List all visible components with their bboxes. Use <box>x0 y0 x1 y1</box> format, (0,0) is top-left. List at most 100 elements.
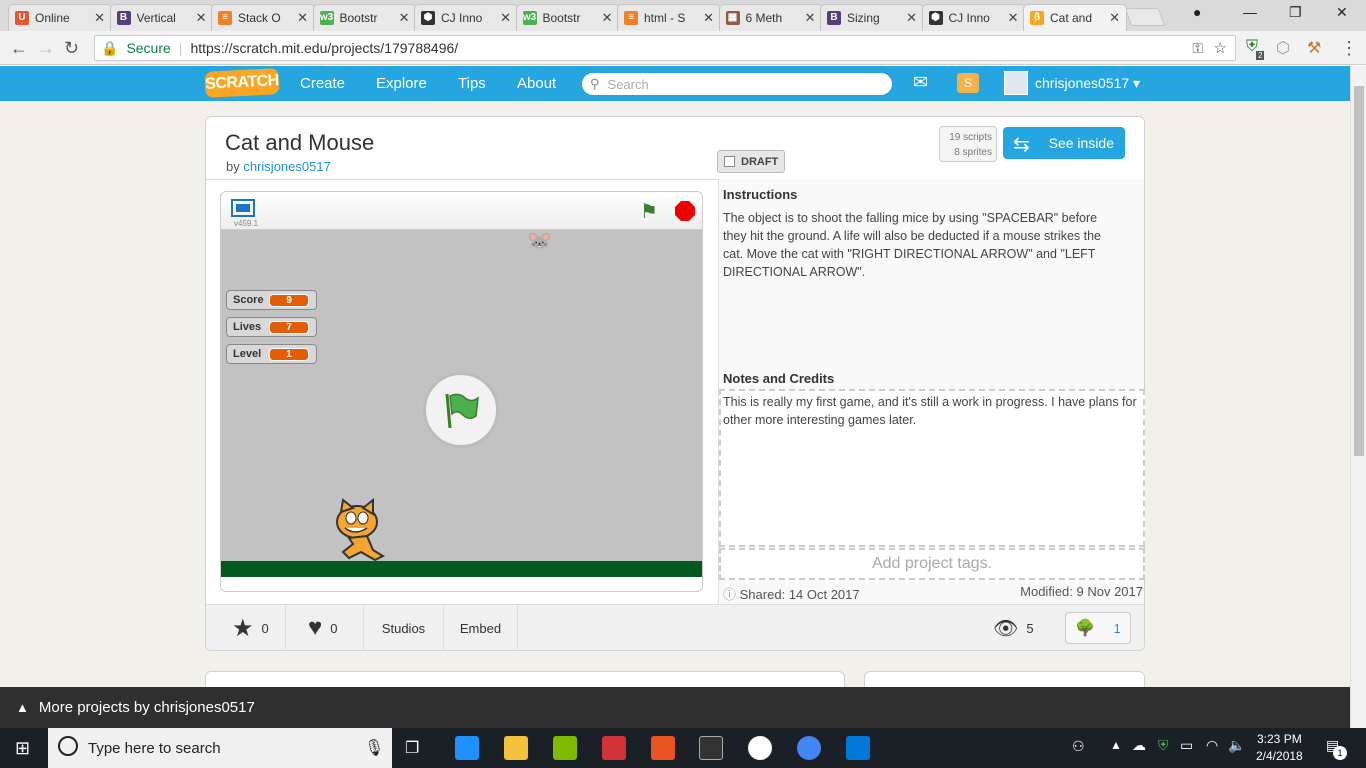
tab-close-icon[interactable]: ✕ <box>805 10 816 26</box>
microphone-icon[interactable]: 🎙 <box>364 738 384 758</box>
browser-tab[interactable]: ⬢ CJ Inno ✕ <box>414 4 518 31</box>
tab-close-icon[interactable]: ✕ <box>906 10 917 26</box>
my-stuff-icon[interactable]: S <box>957 73 979 93</box>
taskbar-clock[interactable]: 3:23 PM 2/4/2018 <box>1256 731 1303 765</box>
terminal-icon[interactable] <box>699 736 723 760</box>
file-explorer-icon[interactable] <box>504 736 528 760</box>
browser-tab[interactable]: B Sizing ✕ <box>820 4 924 31</box>
embed-button[interactable]: Embed <box>444 605 518 651</box>
nav-tips[interactable]: Tips <box>458 75 486 92</box>
notes-textarea[interactable]: This is really my first game, and it's s… <box>719 389 1145 547</box>
reload-icon[interactable]: ↻ <box>64 38 79 59</box>
scrollbar-thumb[interactable] <box>1354 86 1364 456</box>
task-view-icon[interactable]: ❐ <box>405 738 419 758</box>
tab-favicon-icon: ▦ <box>725 11 740 25</box>
score-label: Score <box>233 294 264 306</box>
key-icon[interactable]: ⚿ <box>1192 40 1203 57</box>
username-menu[interactable]: chrisjones0517 ▾ <box>1035 75 1140 92</box>
author-link[interactable]: chrisjones0517 <box>243 159 330 174</box>
close-window-button[interactable]: ✕ <box>1336 4 1348 21</box>
fullscreen-icon[interactable] <box>231 199 255 217</box>
draft-checkbox-box[interactable] <box>724 156 735 167</box>
favorite-button[interactable]: ★ 0 <box>206 605 286 651</box>
browser-tab[interactable]: B Vertical ✕ <box>109 4 214 31</box>
tray-shield-icon[interactable]: ⛨ <box>1158 737 1169 754</box>
reader-icon[interactable] <box>602 736 626 760</box>
tab-close-icon[interactable]: ✕ <box>602 10 613 26</box>
volume-icon[interactable]: 🔈 <box>1228 737 1245 754</box>
remix-tree-button[interactable]: 🌳 1 <box>1065 612 1131 644</box>
see-inside-button[interactable]: ⇆ See inside <box>1003 127 1125 159</box>
tab-close-icon[interactable]: ✕ <box>297 10 308 26</box>
shared-date-text: Shared: 14 Oct 2017 <box>739 587 860 602</box>
views-count: 👁 5 <box>993 605 1053 651</box>
browser-tab[interactable]: ≡ html - S ✕ <box>617 4 721 31</box>
tab-close-icon[interactable]: ✕ <box>500 10 511 26</box>
bookmark-star-icon[interactable]: ☆ <box>1214 39 1227 57</box>
cat-sprite-icon <box>336 498 386 562</box>
onedrive-icon[interactable]: ☁ <box>1132 737 1146 754</box>
new-tab-button[interactable] <box>1124 8 1166 26</box>
love-button[interactable]: ♥ 0 <box>286 605 364 651</box>
extension-tools-icon[interactable]: ⚒ <box>1307 38 1321 58</box>
profile-icon[interactable]: ● <box>1193 4 1201 20</box>
page-scrollbar[interactable] <box>1350 66 1366 728</box>
minimize-button[interactable]: — <box>1243 4 1257 20</box>
tray-chevron-icon[interactable]: ▲ <box>1110 738 1122 752</box>
store-icon[interactable] <box>553 736 577 760</box>
tab-title: Online <box>35 11 70 25</box>
nav-about[interactable]: About <box>517 75 556 92</box>
more-projects-bar[interactable]: ▲ More projects by chrisjones0517 <box>0 687 1350 728</box>
wifi-icon[interactable]: ◠ <box>1206 737 1218 754</box>
forward-arrow-icon[interactable]: → <box>37 38 55 59</box>
project-title[interactable]: Cat and Mouse <box>225 130 374 156</box>
messages-icon[interactable]: ✉ <box>913 72 928 93</box>
windows-start-icon[interactable]: ⊞ <box>15 738 30 759</box>
start-flag-button[interactable] <box>423 372 499 448</box>
url-field[interactable]: 🔒 Secure | https://scratch.mit.edu/proje… <box>94 35 1236 61</box>
edge-icon[interactable] <box>455 736 479 760</box>
browser-tab[interactable]: w3 Bootstr ✕ <box>312 4 417 31</box>
browser-tab[interactable]: ⬢ CJ Inno ✕ <box>921 4 1026 31</box>
notes-heading: Notes and Credits <box>723 371 835 386</box>
instructions-text[interactable]: The object is to shoot the falling mice … <box>723 209 1123 281</box>
tab-close-icon[interactable]: ✕ <box>1008 10 1019 26</box>
browser-tab[interactable]: w3 Bootstr ✕ <box>515 4 620 31</box>
green-flag-icon[interactable]: ⚑ <box>640 199 658 224</box>
browser-tab[interactable]: ▦ 6 Meth ✕ <box>718 4 823 31</box>
stage-canvas[interactable]: 🐭 Score 9 Lives 7 Level 1 <box>221 230 702 577</box>
nav-create[interactable]: Create <box>300 75 345 92</box>
stage-toolbar: v459.1 ⚑ <box>221 192 702 230</box>
slack-icon[interactable] <box>748 736 772 760</box>
url-separator: | <box>178 40 183 56</box>
scratch-logo[interactable]: SCRATCH <box>204 68 280 98</box>
tab-close-icon[interactable]: ✕ <box>196 10 207 26</box>
info-icon[interactable]: ⓘ <box>723 587 736 602</box>
taskbar-search[interactable]: Type here to search 🎙 <box>48 728 392 768</box>
browser-tab[interactable]: β Cat and ✕ <box>1023 4 1127 31</box>
tab-close-icon[interactable]: ✕ <box>399 10 410 26</box>
heart-icon: ♥ <box>308 614 323 641</box>
vscode-icon[interactable] <box>846 736 870 760</box>
draft-checkbox[interactable]: DRAFT <box>717 150 785 173</box>
browser-menu-icon[interactable]: ⋮ <box>1340 38 1358 59</box>
nav-explore[interactable]: Explore <box>376 75 427 92</box>
browser-tab[interactable]: ≡ Stack O ✕ <box>211 4 315 31</box>
tab-close-icon[interactable]: ✕ <box>94 10 105 26</box>
people-icon[interactable]: ⚇ <box>1072 738 1085 755</box>
maximize-button[interactable]: ❐ <box>1289 4 1302 21</box>
battery-icon[interactable]: ▭ <box>1180 737 1193 754</box>
search-input[interactable]: ⚲ Search <box>582 73 892 95</box>
studios-button[interactable]: Studios <box>364 605 444 651</box>
stop-sign-icon[interactable] <box>675 201 695 221</box>
browser-tab[interactable]: U Online ✕ <box>8 4 112 31</box>
extension-cube-icon[interactable]: ⬡ <box>1276 38 1290 58</box>
tab-favicon-icon: w3 <box>522 11 537 25</box>
chrome-icon[interactable] <box>797 736 821 760</box>
app-icon[interactable] <box>651 736 675 760</box>
avatar[interactable] <box>1004 71 1028 95</box>
back-arrow-icon[interactable]: ← <box>10 38 28 59</box>
tab-close-icon[interactable]: ✕ <box>703 10 714 26</box>
project-tags-input[interactable]: Add project tags. <box>719 548 1145 580</box>
tab-close-icon[interactable]: ✕ <box>1109 10 1120 26</box>
